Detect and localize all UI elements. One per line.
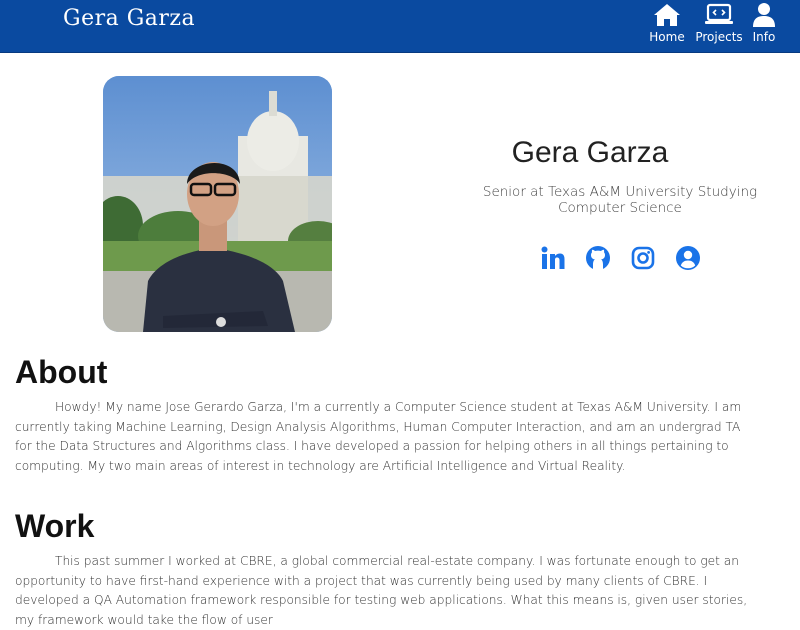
- nav-projects-link[interactable]: Projects: [695, 2, 743, 48]
- brand-title[interactable]: Gera Garza: [63, 6, 195, 31]
- top-navbar: Gera Garza Home Projects Info: [0, 0, 800, 53]
- work-paragraph: This past summer I worked at CBRE, a glo…: [15, 554, 748, 627]
- hero-name: Gera Garza: [511, 136, 669, 169]
- nav-info-label: Info: [752, 30, 776, 44]
- home-icon: [654, 4, 680, 26]
- about-heading: About: [15, 354, 108, 390]
- instagram-icon[interactable]: [629, 244, 656, 271]
- nav-projects-label: Projects: [695, 30, 743, 44]
- user-circle-icon[interactable]: [674, 244, 701, 271]
- github-icon[interactable]: [584, 244, 611, 271]
- laptop-code-icon: [705, 3, 733, 24]
- social-links: [539, 244, 701, 271]
- user-icon: [753, 3, 775, 27]
- nav-home-label: Home: [649, 30, 685, 44]
- nav-home-link[interactable]: Home: [649, 2, 685, 48]
- nav-info-link[interactable]: Info: [750, 2, 778, 48]
- linkedin-icon[interactable]: [539, 244, 566, 271]
- profile-photo: [103, 76, 332, 332]
- hero-subtitle: Senior at Texas A&M University Studying …: [482, 184, 758, 216]
- about-paragraph: Howdy! My name Jose Gerardo Garza, I'm a…: [15, 400, 742, 473]
- work-heading: Work: [15, 508, 95, 544]
